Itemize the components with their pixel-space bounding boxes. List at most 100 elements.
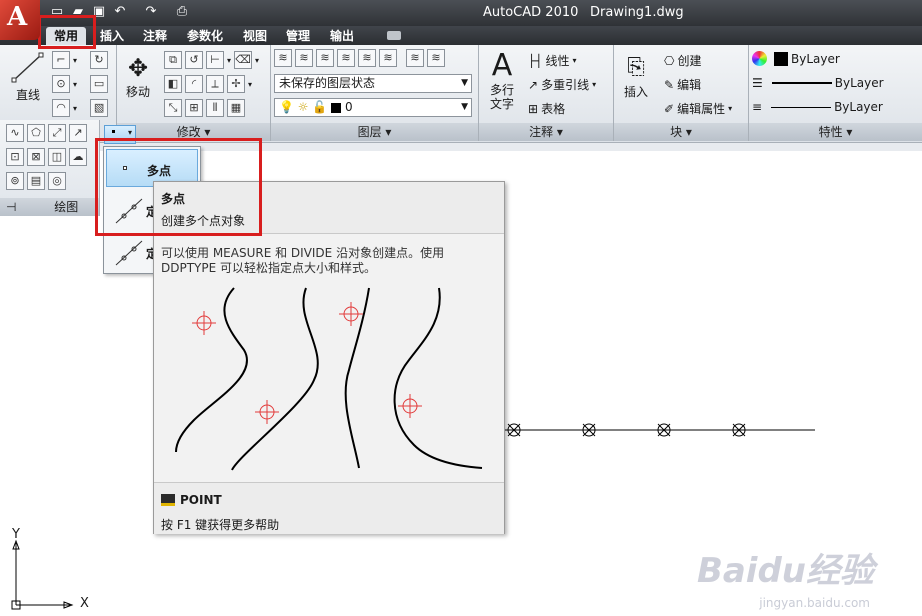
layer-previous-icon[interactable]: ≋ xyxy=(337,49,355,67)
tab-home[interactable]: 常用 xyxy=(46,27,87,45)
ribbon-tabs: 常用 插入 注释 参数化 视图 管理 输出 xyxy=(0,26,922,45)
layer-unisolate-icon[interactable]: ≋ xyxy=(379,49,397,67)
array-icon[interactable]: ⊞ xyxy=(185,99,203,117)
point-marker-red xyxy=(339,302,363,326)
tooltip-help: 按 F1 键获得更多帮助 xyxy=(161,518,280,532)
rectangle-icon[interactable]: ▭ xyxy=(90,75,109,93)
revcloud-icon[interactable]: ☁ xyxy=(69,148,87,166)
open-icon[interactable]: ▰ xyxy=(69,3,87,21)
panel-title-layers[interactable]: 图层 ▾ xyxy=(270,123,478,141)
modify-row-2: ◧ ◜ ⟂ ✢ ▾ xyxy=(164,75,252,93)
application-menu-button[interactable]: A xyxy=(0,0,40,40)
circle-icon[interactable]: ⊙ xyxy=(52,75,70,93)
polyline-icon[interactable]: ⌐ xyxy=(52,51,70,69)
tooltip-description: 可以使用 MEASURE 和 DIVIDE 沿对象创建点。使用 DDPTYPE … xyxy=(161,246,445,275)
insert-block-button[interactable]: ⎘ 插入 xyxy=(618,53,654,100)
edit-attr-label: 编辑属性 xyxy=(677,102,726,116)
watermark-url: jingyan.baidu.com xyxy=(759,596,870,610)
undo-icon[interactable]: ↶ xyxy=(111,3,129,21)
arc-icon[interactable]: ◠ xyxy=(52,99,70,117)
color-row[interactable]: ByLayer xyxy=(752,51,922,66)
command-icon xyxy=(161,494,175,506)
rotate-icon[interactable]: ↺ xyxy=(185,51,203,69)
title-bar: ▭ ▰ ▣ ↶ ↷ ⎙ AutoCAD 2010 Drawing1.dwg xyxy=(0,0,922,26)
lineweight-icon: ≡ xyxy=(752,100,763,114)
boundary-icon[interactable]: ⊠ xyxy=(27,148,45,166)
linear-dim-row[interactable]: ├┤ 线性 ▾ xyxy=(528,52,576,69)
ucs-y-label: Y xyxy=(12,527,20,542)
multiline-text-button[interactable]: A 多行文字 xyxy=(484,49,520,112)
point-dropdown-button[interactable]: ▾ xyxy=(104,125,136,144)
layer-properties-icon[interactable]: ≋ xyxy=(274,49,292,67)
point-icon xyxy=(112,130,115,133)
linetype-row[interactable]: ☰ ByLayer xyxy=(752,76,884,90)
properties-icon[interactable]: ▦ xyxy=(227,99,245,117)
ribbon-minimize-button[interactable] xyxy=(387,31,401,40)
explode-icon[interactable]: ✢ xyxy=(227,75,245,93)
layer-freeze-icon[interactable]: ≋ xyxy=(406,49,424,67)
mirror-icon[interactable]: ◧ xyxy=(164,75,182,93)
draw-panel-expanded: ∿ ⬠ ⤢ ↗ ⊡ ⊠ ◫ ☁ ⊚ ▤ ◎ ⊣ 绘图 xyxy=(0,120,100,216)
edit-block-row[interactable]: ✎ 编辑 xyxy=(664,76,701,93)
multileader-row[interactable]: ↗ 多重引线 ▾ xyxy=(528,76,596,93)
layer-isolate-icon[interactable]: ≋ xyxy=(358,49,376,67)
layer-state-dropdown[interactable]: 未保存的图层状态 ▼ xyxy=(274,74,472,93)
xline-icon[interactable]: ⤢ xyxy=(48,124,66,142)
line-button[interactable]: 直线 xyxy=(10,51,46,103)
fillet-icon[interactable]: ◜ xyxy=(185,75,203,93)
hatch-icon[interactable]: ▧ xyxy=(90,99,109,117)
copy-icon[interactable]: ⧉ xyxy=(164,51,182,69)
panel-title-properties[interactable]: 特性 ▾ xyxy=(748,123,922,141)
draw-panel-footer[interactable]: ⊣ 绘图 xyxy=(0,198,99,216)
create-block-row[interactable]: ⎔ 创建 xyxy=(664,52,702,69)
panel-title-block[interactable]: 块 ▾ xyxy=(613,123,748,141)
create-label: 创建 xyxy=(677,54,702,68)
layer-color-swatch xyxy=(331,102,342,113)
move-button[interactable]: ✥ 移动 xyxy=(120,53,156,100)
polygon-icon[interactable]: ⬠ xyxy=(27,124,45,142)
tab-view[interactable]: 视图 xyxy=(243,27,267,45)
panel-title-layers-label: 图层 xyxy=(357,125,382,139)
table-row[interactable]: ⊞ 表格 xyxy=(528,100,565,117)
edit-attributes-row[interactable]: ✐ 编辑属性 ▾ xyxy=(664,100,732,117)
tab-manage[interactable]: 管理 xyxy=(286,27,310,45)
layer-dropdown[interactable]: 💡 ☼ 🔓 0 ▼ xyxy=(274,98,472,117)
redo-icon[interactable]: ↷ xyxy=(142,3,160,21)
linetype-value: ByLayer xyxy=(834,76,884,90)
lightbulb-icon: 💡 xyxy=(279,100,294,114)
layer-state-icon[interactable]: ≋ xyxy=(295,49,313,67)
lineweight-value: ByLayer xyxy=(834,100,883,114)
tab-parametric[interactable]: 参数化 xyxy=(187,27,223,45)
tab-annotate[interactable]: 注释 xyxy=(143,27,167,45)
modify-row-3: ⤡ ⊞ ⫴ ▦ xyxy=(164,99,245,117)
ellipse-icon[interactable]: ◎ xyxy=(48,172,66,190)
new-icon[interactable]: ▭ xyxy=(48,3,66,21)
point-marker-red xyxy=(255,400,279,424)
trim-icon[interactable]: ⊢ xyxy=(206,51,224,69)
layer-off-icon[interactable]: ≋ xyxy=(427,49,445,67)
gradient-icon[interactable]: ▤ xyxy=(27,172,45,190)
panel-title-modify[interactable]: 修改 ▾ xyxy=(116,123,270,141)
rotate-small-icon[interactable]: ↻ xyxy=(90,51,109,69)
region-icon[interactable]: ⊡ xyxy=(6,148,24,166)
scale-icon[interactable]: ⤡ xyxy=(164,99,182,117)
linear-label: 线性 xyxy=(545,54,570,68)
save-icon[interactable]: ▣ xyxy=(90,3,108,21)
offset-icon[interactable]: ⫴ xyxy=(206,99,224,117)
ray-icon[interactable]: ↗ xyxy=(69,124,87,142)
tab-insert[interactable]: 插入 xyxy=(100,27,124,45)
layer-match-icon[interactable]: ≋ xyxy=(316,49,334,67)
donut-icon[interactable]: ⊚ xyxy=(6,172,24,190)
autocad-logo-icon: A xyxy=(7,2,28,32)
measure-icon xyxy=(115,240,143,266)
spline-icon[interactable]: ∿ xyxy=(6,124,24,142)
tab-output[interactable]: 输出 xyxy=(330,27,354,45)
erase-icon[interactable]: ⌫ xyxy=(234,51,253,69)
wipeout-icon[interactable]: ◫ xyxy=(48,148,66,166)
plot-icon[interactable]: ⎙ xyxy=(173,3,191,21)
stretch-icon[interactable]: ⟂ xyxy=(206,75,224,93)
pin-icon[interactable]: ⊣ xyxy=(6,200,16,214)
panel-title-annotation[interactable]: 注释 ▾ xyxy=(478,123,613,141)
layer-value: 0 xyxy=(344,100,353,114)
lineweight-row[interactable]: ≡ ByLayer xyxy=(752,100,883,114)
